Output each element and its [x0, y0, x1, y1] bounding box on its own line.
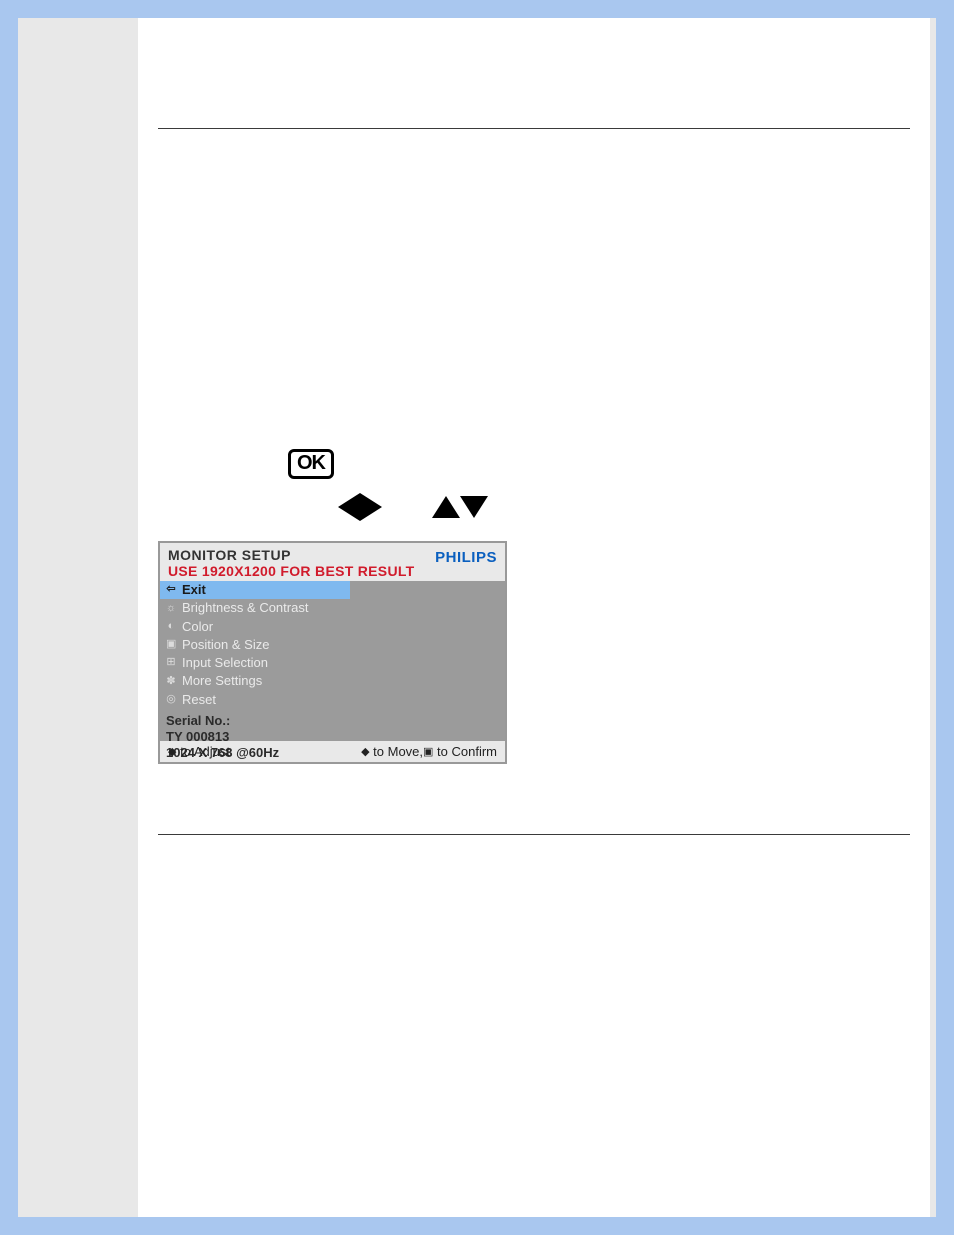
arrow-row	[338, 493, 910, 521]
brightness-icon: ☼	[166, 602, 176, 616]
footer-left: ◆ to Adjust	[168, 744, 230, 759]
osd-item-label: Exit	[182, 582, 206, 598]
triangle-down-icon	[460, 496, 488, 518]
osd-item-reset[interactable]: ◎ Reset	[160, 691, 350, 709]
color-icon: ◐	[166, 620, 176, 634]
footer-right: ◆ to Move,▣ to Confirm	[361, 744, 497, 759]
confirm-icon: ▣	[423, 745, 433, 758]
page-outer: OK MONITOR SETUP USE 1920X1200 FOR BEST …	[0, 0, 954, 1235]
up-down-arrows-icon	[432, 496, 488, 518]
input-icon: ⊞	[166, 656, 176, 670]
diamond-icon: ◆	[168, 745, 176, 758]
triangle-right-icon	[360, 493, 382, 521]
osd-item-more-settings[interactable]: ✽ More Settings	[160, 672, 350, 690]
serial-label: Serial No.:	[166, 713, 344, 729]
footer-left-text: to Adjust	[176, 744, 229, 759]
page-inner: OK MONITOR SETUP USE 1920X1200 FOR BEST …	[18, 18, 936, 1217]
position-icon: ▣	[166, 638, 176, 652]
osd-item-brightness-contrast[interactable]: ☼ Brightness & Contrast	[160, 599, 350, 617]
osd-item-label: More Settings	[182, 673, 262, 689]
triangle-up-icon	[432, 496, 460, 518]
ok-button-row: OK	[288, 449, 910, 479]
osd-item-position-size[interactable]: ▣ Position & Size	[160, 636, 350, 654]
osd-item-label: Color	[182, 619, 213, 635]
osd-item-exit[interactable]: ⇦ Exit	[160, 581, 350, 599]
divider-bottom	[158, 834, 910, 835]
philips-logo: PHILIPS	[435, 549, 497, 566]
osd-menu: ⇦ Exit ☼ Brightness & Contrast ◐ Color	[160, 581, 350, 741]
footer-move-text: to Move,	[370, 744, 423, 759]
diamond-icon: ◆	[361, 745, 369, 758]
ok-button-icon: OK	[288, 449, 334, 479]
reset-icon: ◎	[166, 693, 176, 707]
osd-header: MONITOR SETUP USE 1920X1200 FOR BEST RES…	[160, 543, 505, 581]
osd-panel: MONITOR SETUP USE 1920X1200 FOR BEST RES…	[158, 541, 507, 764]
divider-top	[158, 128, 910, 129]
serial-value: TY 000813	[166, 729, 344, 745]
left-right-arrows-icon	[338, 493, 382, 521]
left-gutter	[18, 18, 138, 1217]
osd-item-label: Position & Size	[182, 637, 269, 653]
footer-confirm-text: to Confirm	[433, 744, 497, 759]
triangle-left-icon	[338, 493, 360, 521]
settings-icon: ✽	[166, 675, 176, 689]
osd-item-color[interactable]: ◐ Color	[160, 618, 350, 636]
osd-item-input-selection[interactable]: ⊞ Input Selection	[160, 654, 350, 672]
osd-item-label: Reset	[182, 692, 216, 708]
osd-right-pane	[350, 581, 505, 741]
content-area: OK MONITOR SETUP USE 1920X1200 FOR BEST …	[138, 18, 936, 1217]
osd-item-label: Input Selection	[182, 655, 268, 671]
osd-item-label: Brightness & Contrast	[182, 600, 308, 616]
osd-body: ⇦ Exit ☼ Brightness & Contrast ◐ Color	[160, 581, 505, 741]
exit-icon: ⇦	[166, 583, 176, 597]
